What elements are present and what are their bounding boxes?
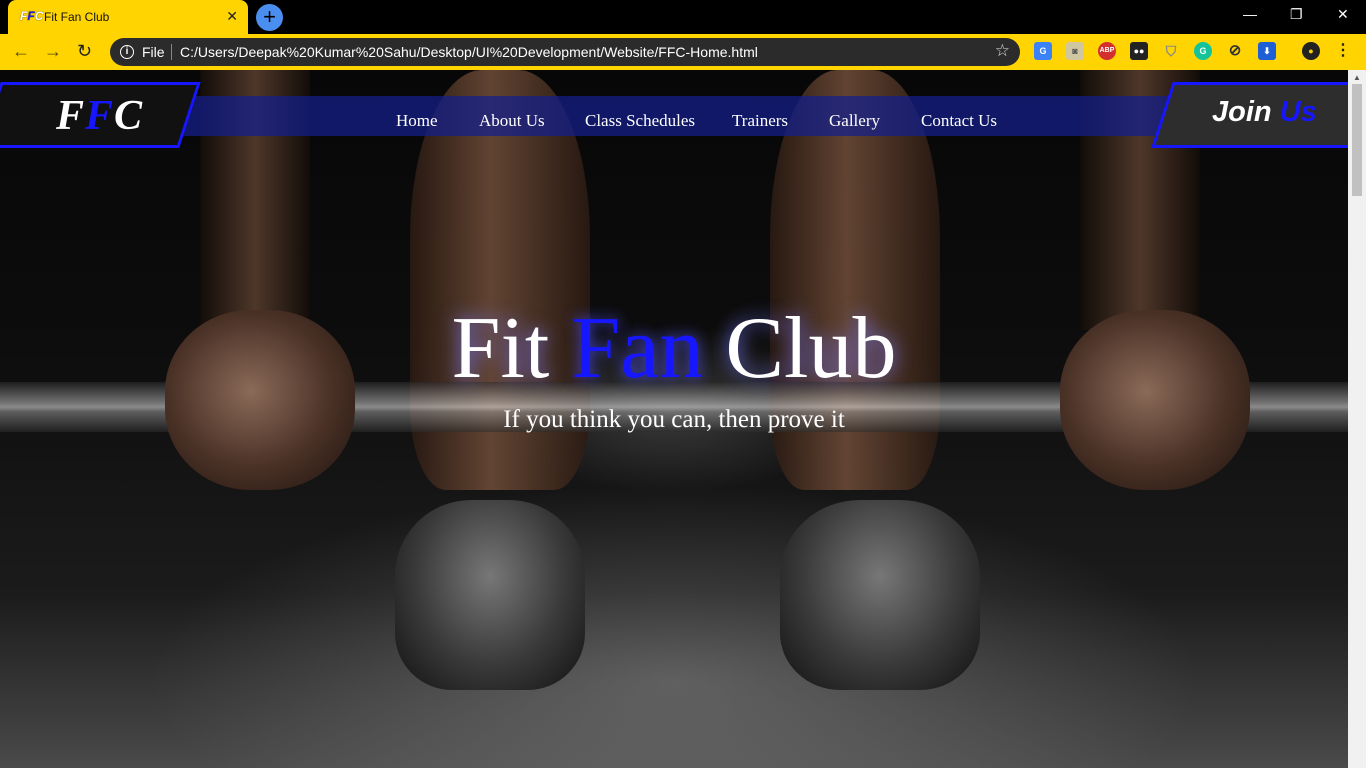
close-tab-icon[interactable]: ✕ [226, 8, 238, 25]
divider [171, 44, 172, 60]
close-window-icon[interactable]: ✕ [1337, 6, 1349, 23]
right-shoe [780, 500, 980, 690]
minimize-icon[interactable]: — [1243, 6, 1257, 22]
reload-icon[interactable]: ↻ [77, 41, 92, 62]
nav-about-us[interactable]: About Us [479, 111, 545, 131]
tampermonkey-icon[interactable]: ●● [1130, 42, 1148, 60]
scroll-thumb[interactable] [1352, 84, 1362, 196]
url-text[interactable]: C:/Users/Deepak%20Kumar%20Sahu/Desktop/U… [180, 44, 758, 60]
new-tab-button[interactable]: + [256, 4, 283, 31]
tab-strip: FFC Fit Fan Club ✕ + — ❐ ✕ [0, 0, 1366, 34]
scroll-up-icon[interactable]: ▲ [1353, 73, 1361, 82]
nav-home[interactable]: Home [396, 111, 438, 131]
grammarly-icon[interactable]: G [1194, 42, 1212, 60]
hero-subtitle: If you think you can, then prove it [503, 406, 845, 433]
join-us-button[interactable]: Join Us [1212, 96, 1317, 129]
favicon-icon: FFC [20, 9, 44, 23]
hero-section: FFC Home About Us Class Schedules Traine… [0, 70, 1348, 768]
nav-class-schedules[interactable]: Class Schedules [585, 111, 695, 131]
tab-title: Fit Fan Club [44, 10, 110, 24]
menu-icon[interactable]: ⋮ [1334, 42, 1352, 60]
back-icon[interactable]: ← [12, 41, 30, 62]
file-label: File [142, 44, 165, 60]
profile-icon[interactable]: ● [1302, 42, 1320, 60]
info-icon[interactable]: i [120, 45, 134, 59]
hero-title: Fit Fan Club [451, 300, 897, 397]
page-scrollbar[interactable]: ▲ [1348, 70, 1366, 768]
browser-toolbar: ← → ↻ i File C:/Users/Deepak%20Kumar%20S… [0, 34, 1366, 70]
address-bar[interactable]: i File C:/Users/Deepak%20Kumar%20Sahu/De… [110, 38, 1020, 66]
adblock-icon[interactable]: ABP [1098, 42, 1116, 60]
translate-icon[interactable]: G [1034, 42, 1052, 60]
nav-trainers[interactable]: Trainers [732, 111, 788, 131]
block-icon[interactable]: ⊘ [1226, 42, 1244, 60]
browser-tab[interactable]: FFC Fit Fan Club ✕ [8, 0, 248, 34]
logo[interactable]: FFC [56, 92, 143, 140]
left-shoe [395, 500, 585, 690]
shield-icon[interactable]: ⛉ [1162, 42, 1180, 60]
nav-contact-us[interactable]: Contact Us [921, 111, 997, 131]
forward-icon[interactable]: → [44, 41, 62, 62]
nav-gallery[interactable]: Gallery [829, 111, 880, 131]
bookmark-star-icon[interactable]: ☆ [995, 41, 1010, 61]
restore-icon[interactable]: ❐ [1290, 6, 1303, 23]
download-icon[interactable]: ⬇ [1258, 42, 1276, 60]
camera-icon[interactable]: ◙ [1066, 42, 1084, 60]
